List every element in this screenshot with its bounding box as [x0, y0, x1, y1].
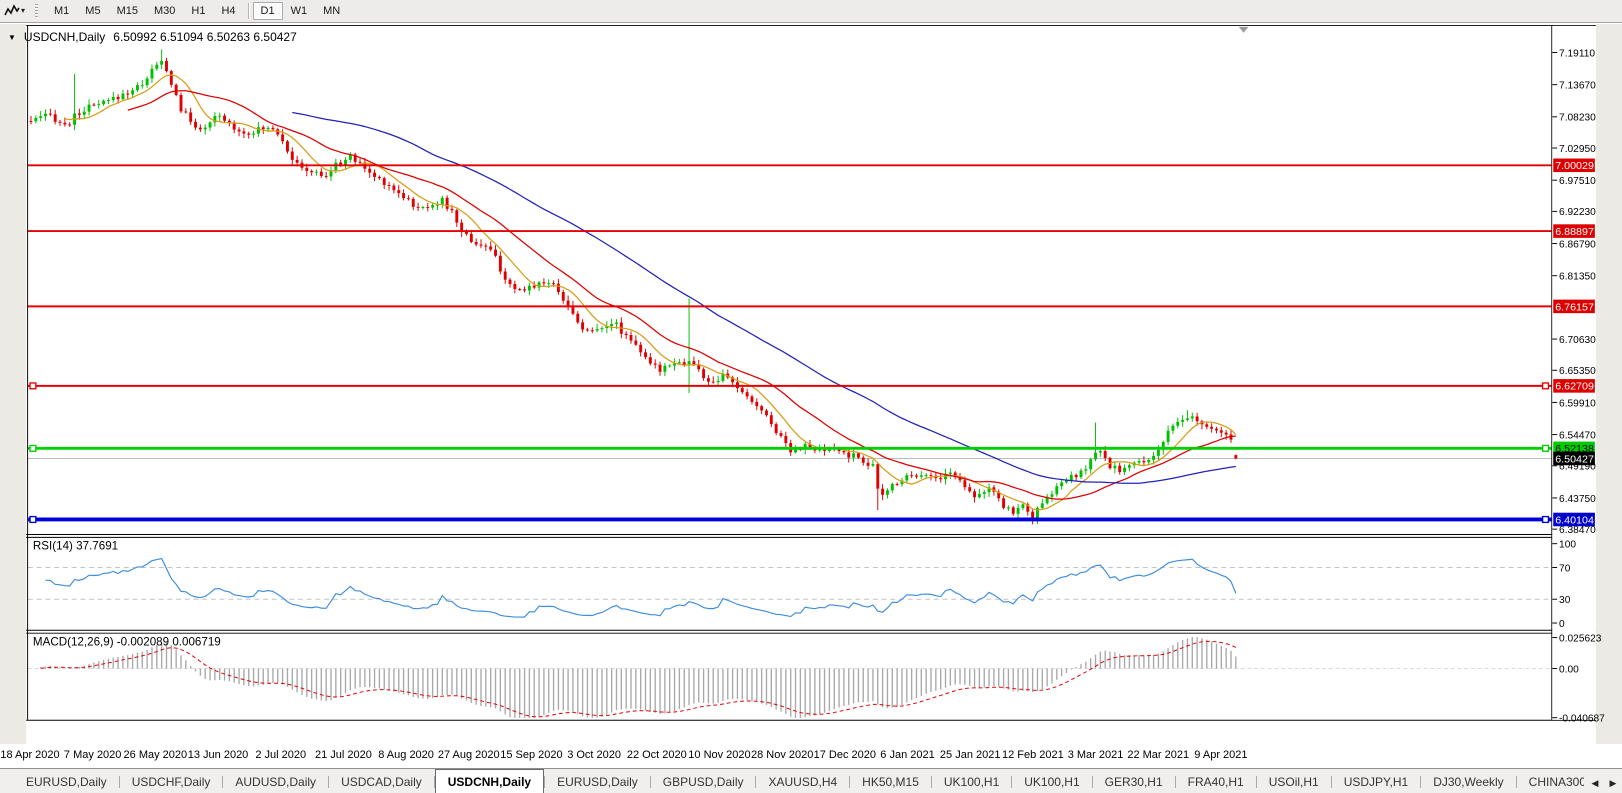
- timeframe-button-mn[interactable]: MN: [315, 2, 348, 20]
- hline-handle[interactable]: [30, 445, 36, 451]
- svg-text:6.97510: 6.97510: [1559, 176, 1596, 187]
- date-tick-label: 9 Apr 2021: [1194, 749, 1247, 761]
- svg-text:6.86790: 6.86790: [1559, 239, 1596, 250]
- chart-tool-button[interactable]: ▾: [4, 4, 25, 18]
- window-menu-icon[interactable]: ▼: [8, 33, 16, 42]
- date-tick-label: 18 Apr 2020: [0, 749, 59, 761]
- svg-text:6.92230: 6.92230: [1559, 207, 1596, 218]
- chart-tab-uk100-h1[interactable]: UK100,H1: [1012, 771, 1091, 793]
- date-tick-label: 13 Jun 2020: [188, 749, 249, 761]
- date-tick-label: 3 Mar 2021: [1068, 749, 1124, 761]
- chart-tab-xauusd-h4[interactable]: XAUUSD,H4: [756, 771, 849, 793]
- svg-text:30: 30: [1559, 595, 1571, 606]
- chart-ohlc-values: 6.50992 6.51094 6.50263 6.50427: [113, 30, 297, 44]
- svg-text:6.50427: 6.50427: [1555, 454, 1594, 465]
- svg-text:7.19110: 7.19110: [1559, 48, 1595, 59]
- svg-text:0.00: 0.00: [1559, 664, 1579, 675]
- chart-tab-audusd-daily[interactable]: AUDUSD,Daily: [223, 771, 328, 793]
- svg-text:6.81350: 6.81350: [1559, 272, 1596, 283]
- rsi-label: RSI(14) 37.7691: [33, 539, 118, 552]
- timeframe-button-m5[interactable]: M5: [77, 2, 108, 20]
- date-tick-label: 25 Jan 2021: [940, 749, 1001, 761]
- date-tick-label: 8 Aug 2020: [378, 749, 434, 761]
- timeframe-button-m15[interactable]: M15: [109, 2, 146, 20]
- date-tick-label: 6 Jan 2021: [880, 749, 934, 761]
- hline-handle[interactable]: [1543, 383, 1549, 389]
- chart-tab-ger30-h1[interactable]: GER30,H1: [1093, 771, 1175, 793]
- chart-tab-usdjpy-h1[interactable]: USDJPY,H1: [1332, 771, 1420, 793]
- svg-text:6.40104: 6.40104: [1555, 515, 1594, 526]
- chart-canvas[interactable]: 7.19110 7.13670 7.08230 7.02950 6.97510 6.922…: [0, 24, 1622, 744]
- toolbar-separator: [248, 3, 249, 19]
- timeframe-button-d1[interactable]: D1: [253, 2, 283, 20]
- timeframe-button-m1[interactable]: M1: [46, 2, 77, 20]
- toolbar-grip-handle[interactable]: [35, 4, 38, 18]
- chart-title: ▼ USDCNH,Daily 6.50992 6.51094 6.50263 6…: [8, 30, 297, 44]
- date-tick-label: 3 Oct 2020: [567, 749, 621, 761]
- date-tick-label: 10 Nov 2020: [688, 749, 750, 761]
- svg-text:6.76157: 6.76157: [1555, 302, 1594, 313]
- date-tick-label: 15 Sep 2020: [500, 749, 562, 761]
- tab-scroll-right-icon[interactable]: ▶: [1606, 775, 1620, 791]
- svg-text:6.62709: 6.62709: [1555, 382, 1594, 393]
- date-tick-label: 2 Jul 2020: [255, 749, 306, 761]
- chart-tab-usdchf-daily[interactable]: USDCHF,Daily: [120, 771, 223, 793]
- svg-text:6.88897: 6.88897: [1555, 227, 1594, 238]
- chart-tab-eurusd-daily[interactable]: EURUSD,Daily: [545, 771, 650, 793]
- chart-tab-bar: EURUSD,DailyUSDCHF,DailyAUDUSD,DailyUSDC…: [0, 768, 1622, 793]
- date-tick-label: 22 Mar 2021: [1127, 749, 1189, 761]
- timeframe-button-w1[interactable]: W1: [283, 2, 316, 20]
- tab-scroll-left-icon[interactable]: ◀: [1588, 775, 1602, 791]
- date-tick-label: 22 Oct 2020: [627, 749, 687, 761]
- chart-symbol: USDCNH,Daily: [24, 30, 105, 44]
- price-axis: 7.19110 7.13670 7.08230 7.02950 6.97510 6.922…: [1552, 26, 1605, 725]
- chart-tab-usoil-h1[interactable]: USOil,H1: [1257, 771, 1331, 793]
- date-tick-label: 21 Jul 2020: [315, 749, 372, 761]
- svg-text:7.00029: 7.00029: [1555, 161, 1594, 172]
- tab-scroll-arrows: ◀ ▶: [1584, 775, 1620, 791]
- svg-text:6.54470: 6.54470: [1559, 430, 1596, 441]
- date-tick-label: 17 Dec 2020: [814, 749, 876, 761]
- svg-text:-0.040687: -0.040687: [1559, 714, 1605, 725]
- chart-tab-uk100-h1[interactable]: UK100,H1: [932, 771, 1011, 793]
- timeframes-toolbar: ▾ M1M5M15M30H1H4 D1W1MN: [0, 0, 1622, 23]
- svg-text:100: 100: [1559, 540, 1576, 551]
- timeframe-button-h4[interactable]: H4: [213, 2, 243, 20]
- date-axis: 18 Apr 2020 7 May 202026 May 202013 Jun 2…: [0, 744, 1622, 768]
- svg-text:0: 0: [1559, 619, 1565, 630]
- svg-text:6.65350: 6.65350: [1559, 366, 1596, 377]
- timeframe-button-h1[interactable]: H1: [183, 2, 213, 20]
- date-tick-label: 12 Feb 2021: [1002, 749, 1064, 761]
- macd-label: MACD(12,26,9) -0.002089 0.006719: [33, 635, 221, 648]
- chart-tab-fra40-h1[interactable]: FRA40,H1: [1176, 771, 1256, 793]
- chart-tab-eurusd-daily[interactable]: EURUSD,Daily: [14, 771, 119, 793]
- chart-tab-dj30-weekly[interactable]: DJ30,Weekly: [1421, 771, 1515, 793]
- chevron-down-icon: ▾: [21, 7, 25, 15]
- svg-text:7.13670: 7.13670: [1559, 81, 1596, 92]
- svg-text:6.59910: 6.59910: [1559, 398, 1596, 409]
- chart-background: [26, 24, 1596, 744]
- date-tick-label: 28 Nov 2020: [751, 749, 813, 761]
- chart-tab-gbpusd-daily[interactable]: GBPUSD,Daily: [651, 771, 756, 793]
- svg-text:7.02950: 7.02950: [1559, 144, 1596, 155]
- date-tick-label: 27 Aug 2020: [438, 749, 500, 761]
- mt4-window: ▾ M1M5M15M30H1H4 D1W1MN 7.19110 7.13670 7.0…: [0, 0, 1622, 793]
- svg-text:6.43750: 6.43750: [1559, 494, 1596, 505]
- hline-handle[interactable]: [1543, 445, 1549, 451]
- svg-text:6.38470: 6.38470: [1559, 525, 1596, 536]
- chart-tab-usdcad-daily[interactable]: USDCAD,Daily: [329, 771, 434, 793]
- line-chart-icon: [4, 4, 20, 18]
- timeframe-button-m30[interactable]: M30: [146, 2, 183, 20]
- svg-text:70: 70: [1559, 563, 1571, 574]
- chart-tab-hk50-m15[interactable]: HK50,M15: [850, 771, 931, 793]
- date-tick-label: 7 May 2020: [64, 749, 121, 761]
- svg-text:7.08230: 7.08230: [1559, 113, 1596, 124]
- hline-handle[interactable]: [1543, 517, 1549, 523]
- hline-handle[interactable]: [30, 383, 36, 389]
- hline-handle[interactable]: [30, 517, 36, 523]
- svg-text:0.025623: 0.025623: [1559, 633, 1602, 644]
- svg-text:6.70630: 6.70630: [1559, 335, 1596, 346]
- date-tick-label: 26 May 2020: [124, 749, 188, 761]
- chart-tab-usdcnh-daily[interactable]: USDCNH,Daily: [435, 769, 544, 793]
